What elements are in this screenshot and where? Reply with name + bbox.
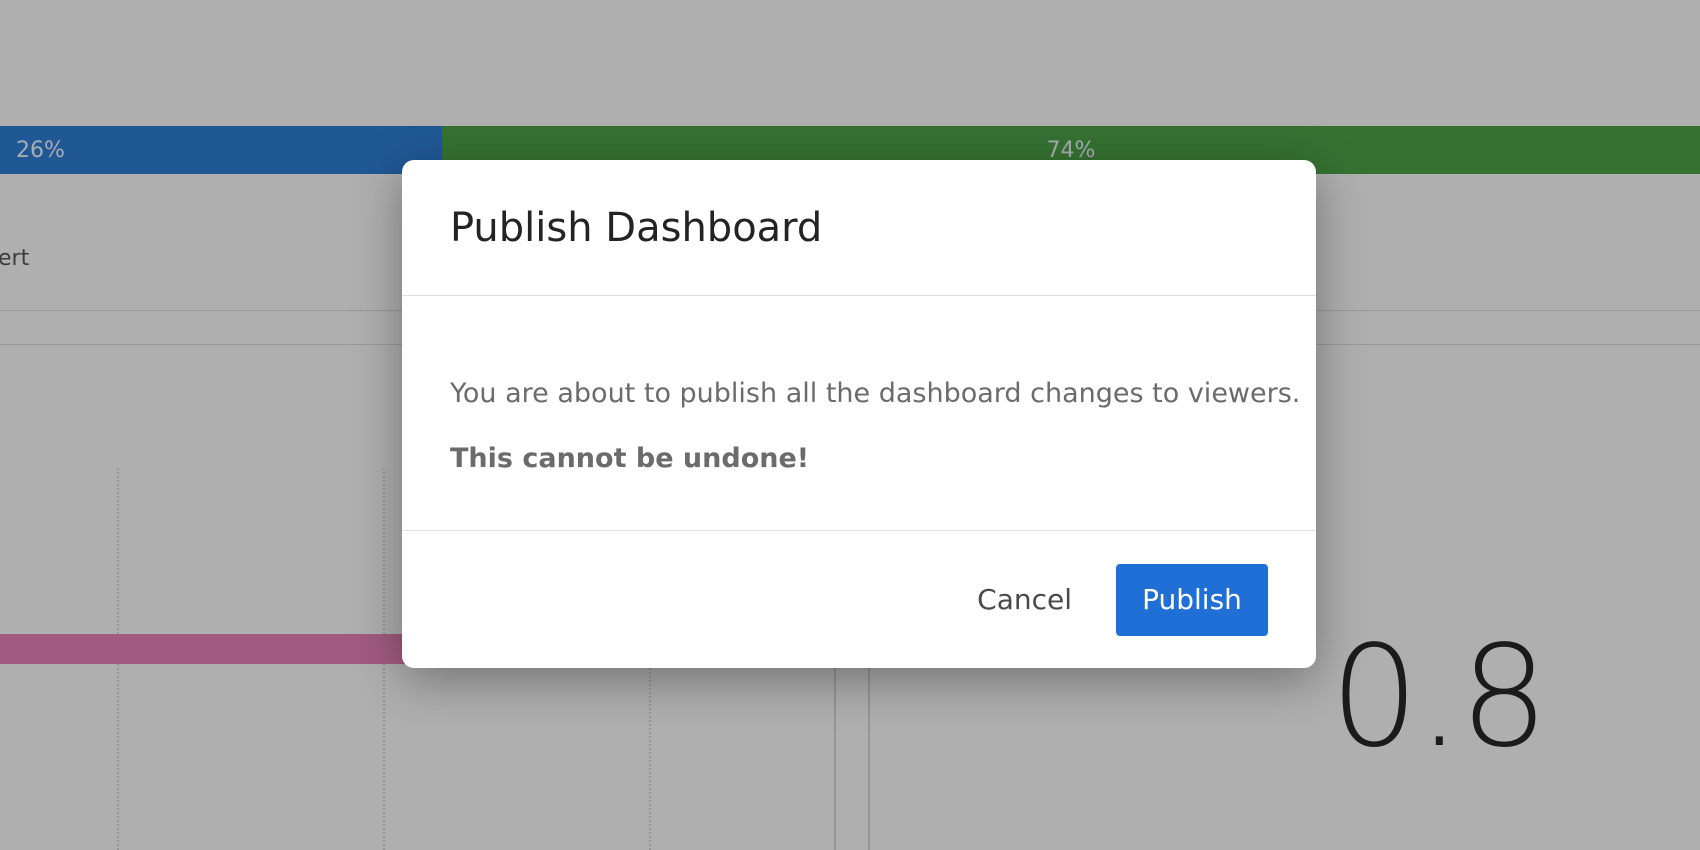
publish-dialog: Publish Dashboard You are about to publi… <box>402 160 1316 668</box>
dialog-title: Publish Dashboard <box>450 204 823 251</box>
cancel-button[interactable]: Cancel <box>955 564 1094 636</box>
dialog-message: You are about to publish all the dashboa… <box>450 378 1301 409</box>
dashboard-page: 26% 74% ert 0.8 Publish Dashboard You ar… <box>0 0 1700 850</box>
dialog-footer: Cancel Publish <box>402 531 1316 668</box>
dialog-header: Publish Dashboard <box>402 160 1316 296</box>
dialog-body: You are about to publish all the dashboa… <box>402 296 1316 531</box>
dialog-warning: This cannot be undone! <box>450 443 810 474</box>
publish-button[interactable]: Publish <box>1116 563 1268 636</box>
